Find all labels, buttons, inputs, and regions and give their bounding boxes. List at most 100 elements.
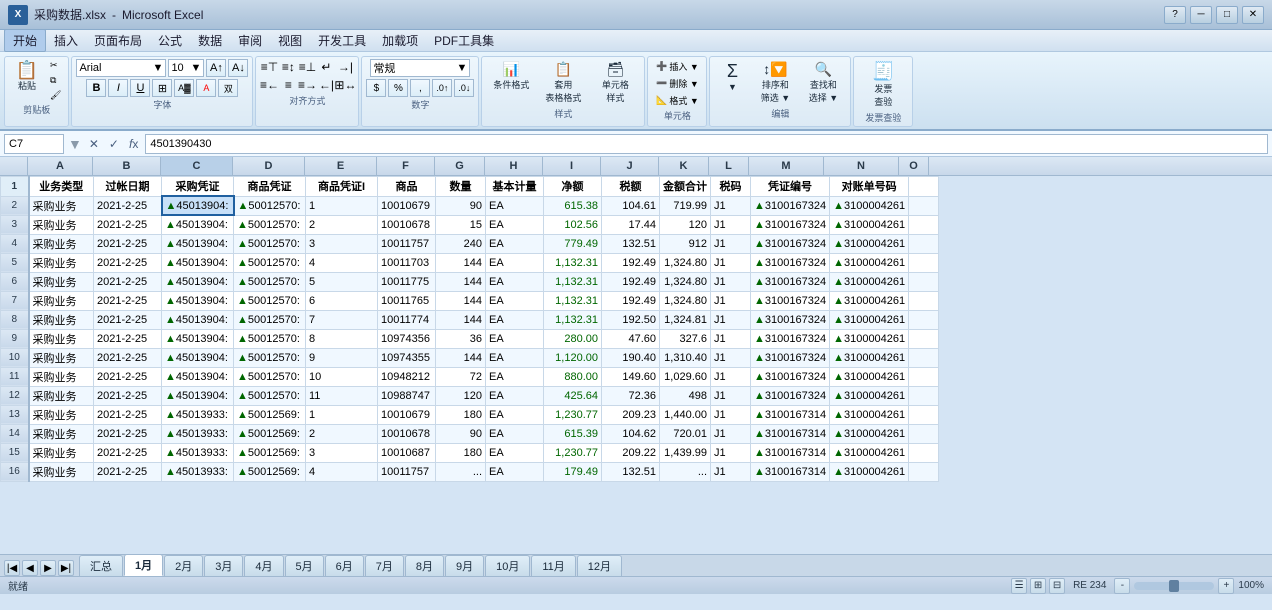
cell-I5[interactable]: 1,132.31 <box>544 253 602 272</box>
cell-J7[interactable]: 192.49 <box>602 291 660 310</box>
cell-J3[interactable]: 17.44 <box>602 215 660 234</box>
cell-M9[interactable]: ▲3100167324 <box>751 329 830 348</box>
cell-J6[interactable]: 192.49 <box>602 272 660 291</box>
cell-M14[interactable]: ▲3100167314 <box>751 424 830 443</box>
cell-B5[interactable]: 2021-2-25 <box>94 253 162 272</box>
cell-F2[interactable]: 10010679 <box>378 196 436 215</box>
col-header-N[interactable]: N <box>824 157 899 175</box>
cell-D6[interactable]: ▲50012570: <box>234 272 306 291</box>
cell-E15[interactable]: 3 <box>306 443 378 462</box>
header-B[interactable]: 过帐日期 <box>94 177 162 197</box>
table-style-button[interactable]: 📋 套用 表格格式 <box>538 59 588 106</box>
cell-H6[interactable]: EA <box>486 272 544 291</box>
cell-M13[interactable]: ▲3100167314 <box>751 405 830 424</box>
underline-button[interactable]: U <box>130 79 150 97</box>
header-G[interactable]: 数量 <box>436 177 486 197</box>
cell-I10[interactable]: 1,120.00 <box>544 348 602 367</box>
percent-symbol-button[interactable]: % <box>388 79 408 97</box>
percent-button[interactable]: $ <box>366 79 386 97</box>
format-painter-button[interactable]: 🖌 <box>47 89 64 102</box>
cell-K8[interactable]: 1,324.81 <box>660 310 711 329</box>
cell-F6[interactable]: 10011775 <box>378 272 436 291</box>
cell-J2[interactable]: 104.61 <box>602 196 660 215</box>
cell-B6[interactable]: 2021-2-25 <box>94 272 162 291</box>
cell-E14[interactable]: 2 <box>306 424 378 443</box>
cell-K9[interactable]: 327.6 <box>660 329 711 348</box>
header-C[interactable]: 采购凭证 <box>162 177 234 197</box>
cell-L10[interactable]: J1 <box>711 348 751 367</box>
cell-B16[interactable]: 2021-2-25 <box>94 462 162 481</box>
cell-G9[interactable]: 36 <box>436 329 486 348</box>
sheet-tab-jan[interactable]: 1月 <box>124 554 163 576</box>
zoom-slider[interactable] <box>1134 582 1214 590</box>
cell-H3[interactable]: EA <box>486 215 544 234</box>
cell-J4[interactable]: 132.51 <box>602 234 660 253</box>
align-right-button[interactable]: ≡→ <box>298 77 316 93</box>
cell-A2[interactable]: 采购业务 <box>29 196 94 215</box>
sheet-tab-dec[interactable]: 12月 <box>577 555 622 576</box>
comma-button[interactable]: , <box>410 79 430 97</box>
cell-C2[interactable]: ▲45013904: <box>162 196 234 215</box>
cell-B11[interactable]: 2021-2-25 <box>94 367 162 386</box>
sheet-tab-feb[interactable]: 2月 <box>164 555 203 576</box>
col-header-L[interactable]: L <box>709 157 749 175</box>
col-header-C[interactable]: C <box>161 157 233 175</box>
sheet-tab-summary[interactable]: 汇总 <box>79 555 123 576</box>
sheet-tab-sep[interactable]: 9月 <box>445 555 484 576</box>
cell-I8[interactable]: 1,132.31 <box>544 310 602 329</box>
tab-first-button[interactable]: |◀ <box>4 560 20 576</box>
menu-view[interactable]: 视图 <box>270 30 310 51</box>
header-H[interactable]: 基本计量 <box>486 177 544 197</box>
cell-A12[interactable]: 采购业务 <box>29 386 94 405</box>
cell-E6[interactable]: 5 <box>306 272 378 291</box>
grid-body[interactable]: 1 业务类型 过帐日期 采购凭证 商品凭证 商品凭证I 商品 数量 基本计量 净… <box>0 176 1272 554</box>
align-left-button[interactable]: ≡← <box>260 77 278 93</box>
cell-J12[interactable]: 72.36 <box>602 386 660 405</box>
col-header-H[interactable]: H <box>485 157 543 175</box>
normal-view-button[interactable]: ☰ <box>1011 578 1027 594</box>
cell-M10[interactable]: ▲3100167324 <box>751 348 830 367</box>
cell-L9[interactable]: J1 <box>711 329 751 348</box>
cell-L5[interactable]: J1 <box>711 253 751 272</box>
italic-button[interactable]: I <box>108 79 128 97</box>
fill-color-button[interactable]: A▓ <box>174 79 194 97</box>
cell-N3[interactable]: ▲3100004261 <box>830 215 909 234</box>
cell-N14[interactable]: ▲3100004261 <box>830 424 909 443</box>
cell-H11[interactable]: EA <box>486 367 544 386</box>
cell-L12[interactable]: J1 <box>711 386 751 405</box>
menu-dev-tools[interactable]: 开发工具 <box>310 30 374 51</box>
cell-E13[interactable]: 1 <box>306 405 378 424</box>
cell-D4[interactable]: ▲50012570: <box>234 234 306 253</box>
table-row[interactable]: 4 采购业务 2021-2-25 ▲45013904: ▲50012570: 3… <box>1 234 939 253</box>
cell-G10[interactable]: 144 <box>436 348 486 367</box>
cell-B10[interactable]: 2021-2-25 <box>94 348 162 367</box>
wrap-text-button[interactable]: ↵ <box>317 59 335 75</box>
font-size-decrease-button[interactable]: A↓ <box>228 59 248 77</box>
cell-D11[interactable]: ▲50012570: <box>234 367 306 386</box>
cell-H2[interactable]: EA <box>486 196 544 215</box>
cell-M8[interactable]: ▲3100167324 <box>751 310 830 329</box>
cell-N5[interactable]: ▲3100004261 <box>830 253 909 272</box>
menu-formula[interactable]: 公式 <box>150 30 190 51</box>
table-row[interactable]: 7 采购业务 2021-2-25 ▲45013904: ▲50012570: 6… <box>1 291 939 310</box>
sheet-tab-apr[interactable]: 4月 <box>244 555 283 576</box>
minimize-button[interactable]: ─ <box>1190 6 1212 24</box>
cell-A13[interactable]: 采购业务 <box>29 405 94 424</box>
cell-N13[interactable]: ▲3100004261 <box>830 405 909 424</box>
header-D[interactable]: 商品凭证 <box>234 177 306 197</box>
cell-G14[interactable]: 90 <box>436 424 486 443</box>
cell-G5[interactable]: 144 <box>436 253 486 272</box>
cell-H8[interactable]: EA <box>486 310 544 329</box>
table-row[interactable]: 15 采购业务 2021-2-25 ▲45013933: ▲50012569: … <box>1 443 939 462</box>
cell-F3[interactable]: 10010678 <box>378 215 436 234</box>
formula-confirm-icon[interactable]: ✓ <box>106 137 122 151</box>
cell-C11[interactable]: ▲45013904: <box>162 367 234 386</box>
cell-F12[interactable]: 10988747 <box>378 386 436 405</box>
cell-A10[interactable]: 采购业务 <box>29 348 94 367</box>
cell-C15[interactable]: ▲45013933: <box>162 443 234 462</box>
cell-K14[interactable]: 720.01 <box>660 424 711 443</box>
cell-D9[interactable]: ▲50012570: <box>234 329 306 348</box>
cell-I3[interactable]: 102.56 <box>544 215 602 234</box>
border-button[interactable]: ⊞ <box>152 79 172 97</box>
cell-M3[interactable]: ▲3100167324 <box>751 215 830 234</box>
